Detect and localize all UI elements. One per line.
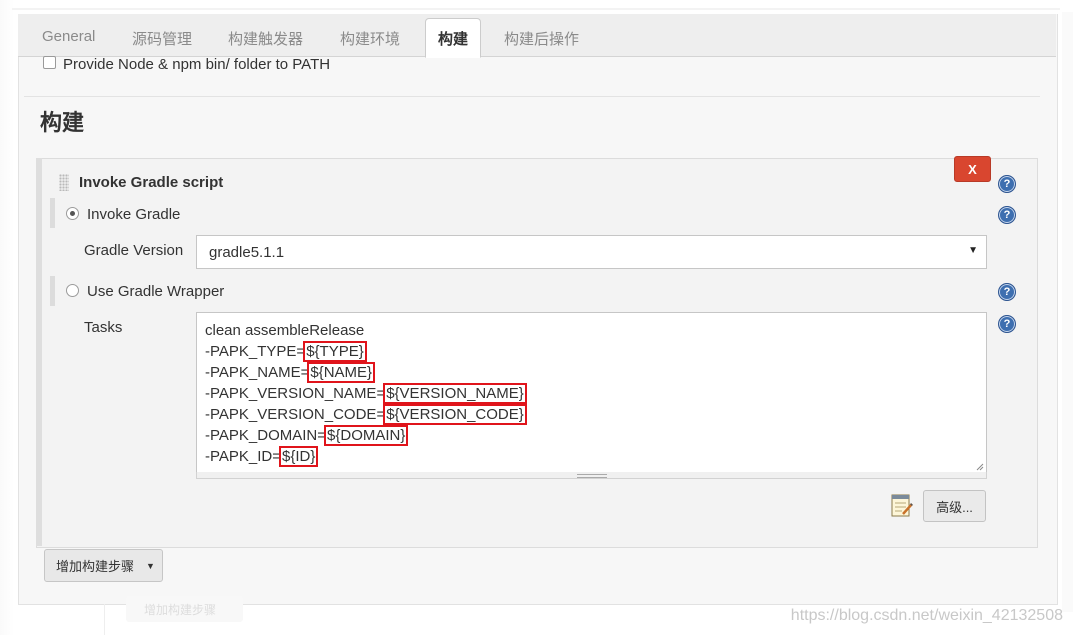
- tab-build[interactable]: 构建: [425, 18, 481, 58]
- use-wrapper-label: Use Gradle Wrapper: [87, 283, 225, 300]
- help-icon[interactable]: ?: [998, 283, 1016, 301]
- ghost-add-step-button: 增加构建步骤: [126, 596, 243, 622]
- variable-highlight: ${NAME}: [307, 362, 376, 383]
- variable-highlight: ${VERSION_NAME}: [383, 383, 527, 404]
- section-divider: [24, 96, 1040, 97]
- task-line: -PAPK_ID=${ID}: [205, 446, 319, 467]
- add-build-step-button[interactable]: 增加构建步骤 ▼: [44, 549, 163, 582]
- help-icon[interactable]: ?: [998, 175, 1016, 193]
- tab-post-build[interactable]: 构建后操作: [504, 28, 579, 49]
- node-path-label: Provide Node & npm bin/ folder to PATH: [63, 56, 331, 73]
- tab-source-management[interactable]: 源码管理: [132, 28, 192, 49]
- ghost-divider: [104, 604, 105, 635]
- dropdown-arrow-icon: ▼: [968, 245, 978, 256]
- invoke-gradle-label: Invoke Gradle: [87, 206, 181, 223]
- tab-general[interactable]: General: [42, 28, 95, 45]
- dropdown-arrow-icon: ▼: [146, 560, 155, 571]
- tasks-textarea[interactable]: clean assembleRelease -PAPK_TYPE=${TYPE}…: [196, 312, 987, 474]
- top-divider: [12, 8, 1060, 10]
- tasks-label: Tasks: [84, 319, 123, 336]
- variable-highlight: ${TYPE}: [303, 341, 367, 362]
- option-bar: [50, 198, 55, 228]
- task-line: -PAPK_TYPE=${TYPE}: [205, 341, 367, 362]
- task-line: -PAPK_VERSION_CODE=${VERSION_CODE}: [205, 404, 527, 425]
- task-line: -PAPK_DOMAIN=${DOMAIN}: [205, 425, 409, 446]
- expand-grip-icon: [577, 474, 607, 478]
- scrollbar-track[interactable]: [1062, 12, 1073, 612]
- add-build-step-label: 增加构建步骤: [56, 559, 135, 574]
- invoke-gradle-radio[interactable]: [66, 207, 79, 220]
- watermark-text: https://blog.csdn.net/weixin_42132508: [790, 607, 1063, 624]
- variable-highlight: ${DOMAIN}: [324, 425, 409, 446]
- gradle-version-value: gradle5.1.1: [209, 244, 285, 261]
- textarea-expand-bar[interactable]: [196, 472, 987, 479]
- task-line: -PAPK_NAME=${NAME}: [205, 362, 376, 383]
- builder-left-bar: [36, 158, 42, 546]
- help-icon[interactable]: ?: [998, 206, 1016, 224]
- builder-title: Invoke Gradle script: [79, 174, 224, 191]
- gradle-version-select[interactable]: gradle5.1.1 ▼: [196, 235, 987, 269]
- section-title: 构建: [40, 110, 85, 135]
- task-line: clean assembleRelease: [205, 322, 365, 339]
- tab-bar: General 源码管理 构建触发器 构建环境 构建 构建后操作: [18, 14, 1056, 58]
- use-wrapper-radio[interactable]: [66, 284, 79, 297]
- background-edge: [0, 0, 14, 635]
- gradle-version-label: Gradle Version: [84, 242, 184, 259]
- drag-handle-icon[interactable]: [59, 174, 69, 191]
- variable-highlight: ${ID}: [279, 446, 319, 467]
- delete-builder-button[interactable]: X: [954, 156, 991, 182]
- task-line: -PAPK_VERSION_NAME=${VERSION_NAME}: [205, 383, 527, 404]
- advanced-button[interactable]: 高级...: [923, 490, 986, 522]
- notepad-icon[interactable]: [890, 492, 914, 518]
- tab-build-environment[interactable]: 构建环境: [340, 28, 400, 49]
- node-path-checkbox[interactable]: [43, 56, 56, 69]
- variable-highlight: ${VERSION_CODE}: [383, 404, 527, 425]
- tab-build-triggers[interactable]: 构建触发器: [228, 28, 303, 49]
- resize-handle-icon[interactable]: [976, 463, 984, 471]
- option-bar: [50, 276, 55, 306]
- help-icon[interactable]: ?: [998, 315, 1016, 333]
